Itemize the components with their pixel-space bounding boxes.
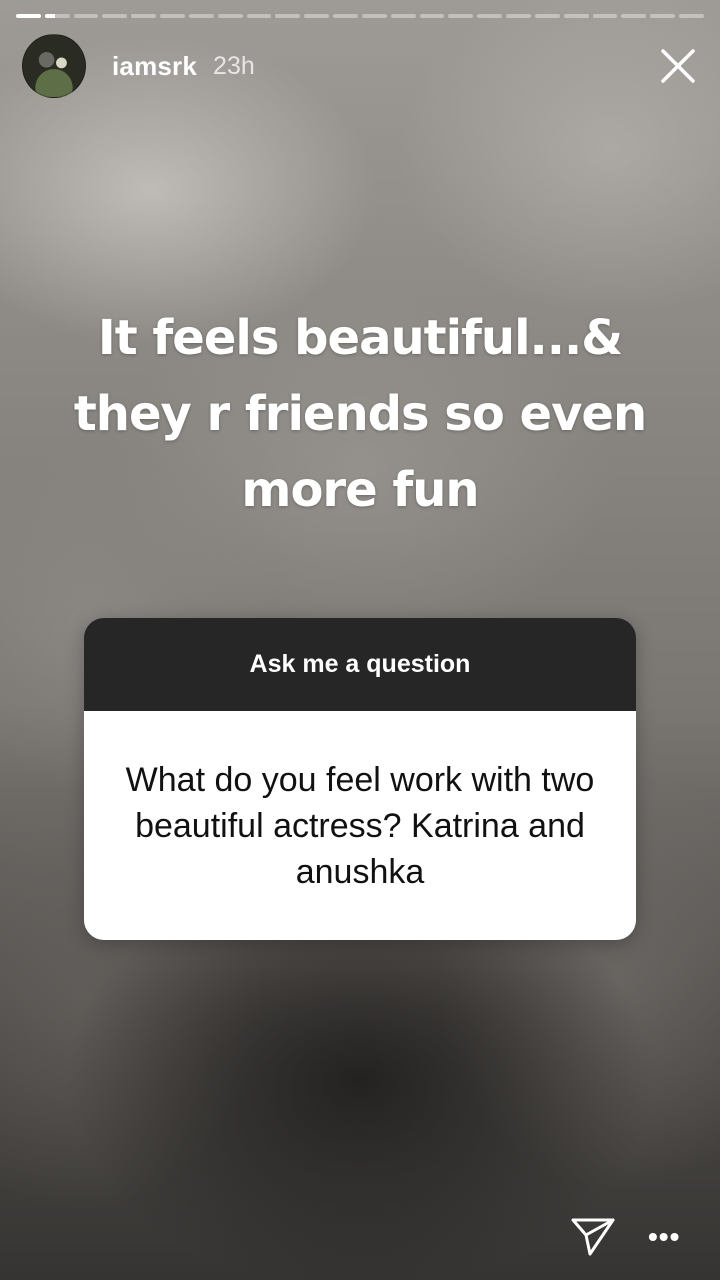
question-text: What do you feel work with two beautiful… — [125, 760, 595, 891]
progress-segment — [16, 14, 41, 18]
question-sticker-title: Ask me a question — [84, 618, 636, 711]
more-options-icon[interactable]: ••• — [648, 1223, 680, 1251]
progress-segment — [44, 14, 70, 18]
progress-segment — [506, 14, 531, 18]
story-header: iamsrk 23h — [22, 34, 698, 98]
question-sticker[interactable]: Ask me a question What do you feel work … — [84, 618, 636, 940]
progress-segment — [304, 14, 330, 18]
progress-segment — [246, 14, 272, 18]
progress-segment — [333, 14, 358, 18]
post-time: 23h — [213, 51, 255, 80]
progress-segment — [73, 14, 99, 18]
send-icon[interactable] — [570, 1216, 616, 1258]
progress-segment — [448, 14, 474, 18]
profile-avatar[interactable] — [22, 34, 86, 98]
progress-segment — [131, 14, 157, 18]
progress-segment — [419, 14, 445, 18]
progress-segment-fill — [44, 14, 55, 18]
progress-segment — [650, 14, 676, 18]
progress-segment — [275, 14, 301, 18]
progress-segment — [563, 14, 589, 18]
progress-segment-fill — [16, 14, 41, 18]
progress-segment — [160, 14, 185, 18]
progress-segment — [390, 14, 416, 18]
question-sticker-body: What do you feel work with two beautiful… — [84, 711, 636, 940]
progress-segment — [102, 14, 128, 18]
progress-segment — [592, 14, 618, 18]
story-progress-bar — [16, 14, 704, 18]
progress-segment — [188, 14, 214, 18]
progress-segment — [361, 14, 387, 18]
progress-segment — [534, 14, 560, 18]
progress-segment — [217, 14, 243, 18]
story-viewer[interactable]: iamsrk 23h It feels beautiful...& they r… — [0, 0, 720, 1280]
progress-segment — [621, 14, 647, 18]
progress-segment — [477, 14, 503, 18]
progress-segment — [679, 14, 704, 18]
close-icon[interactable] — [658, 46, 698, 86]
username[interactable]: iamsrk — [112, 51, 197, 82]
story-caption: It feels beautiful...& they r friends so… — [73, 310, 647, 518]
